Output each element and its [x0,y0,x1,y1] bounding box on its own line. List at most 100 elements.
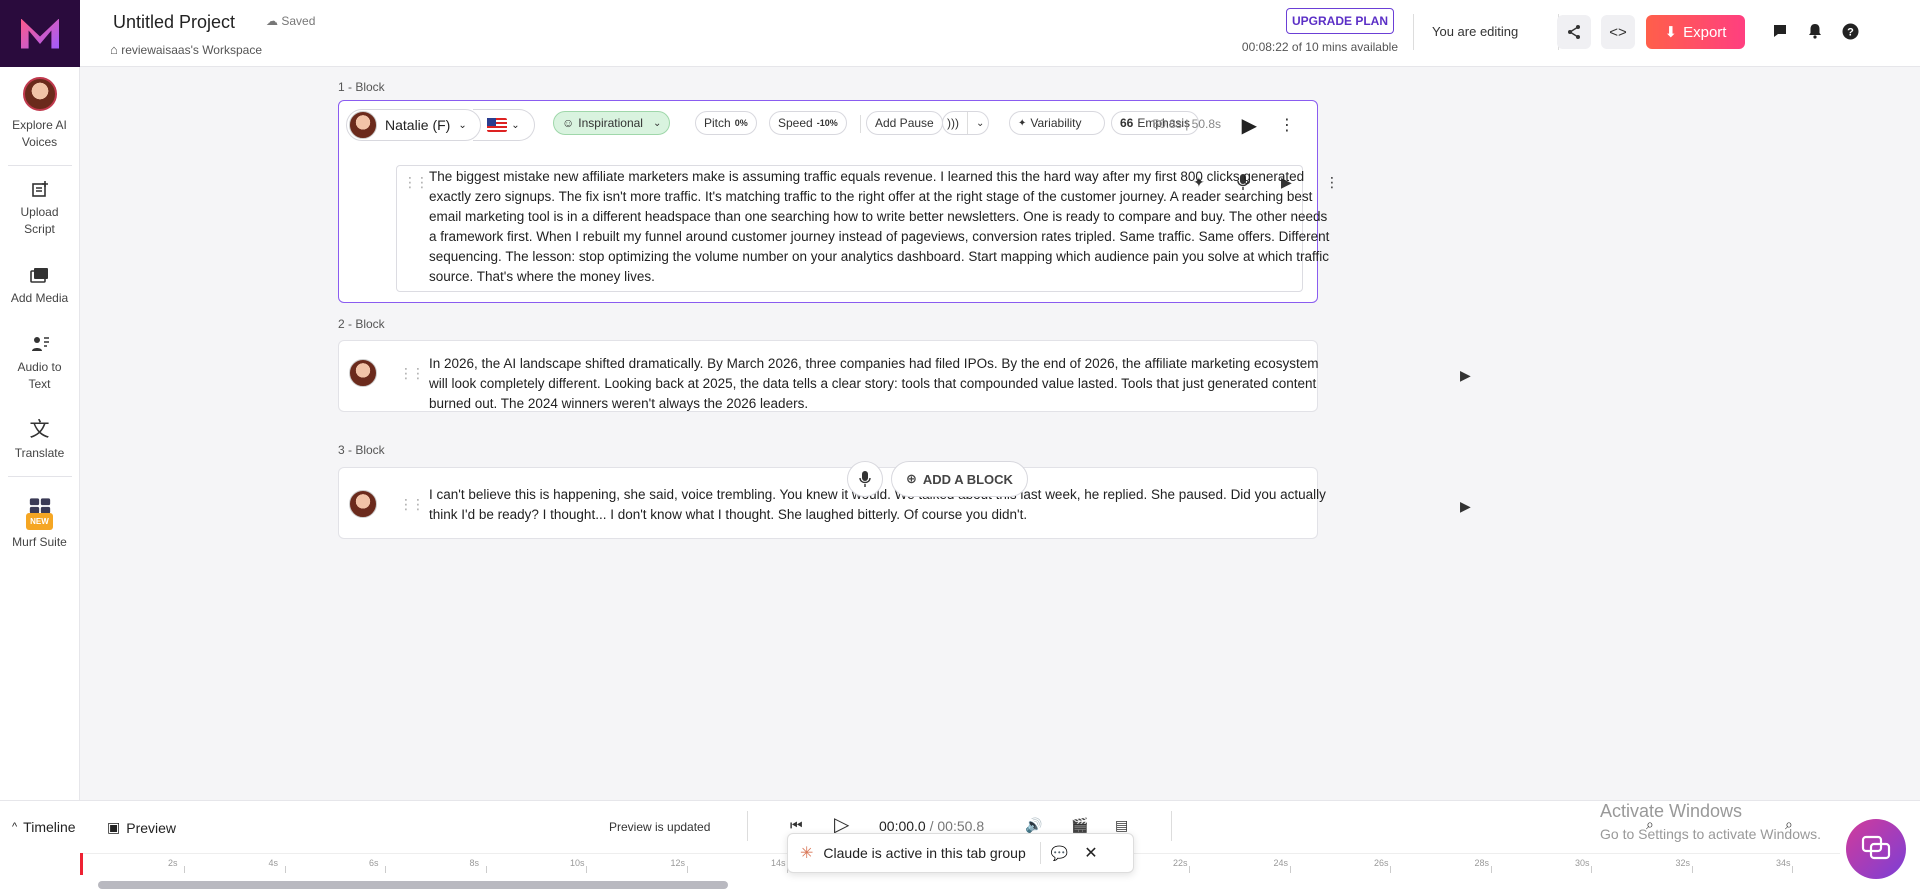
clapperboard-icon[interactable]: 🎬 [1071,817,1088,834]
current-time: 00:00.0 [879,818,926,834]
mic-icon [859,471,871,487]
zoom-in-icon[interactable]: ⌕ [1785,816,1793,833]
chevron-up-icon: ^ [12,821,18,833]
help-icon[interactable]: ? [1839,20,1861,42]
sidebar-item-audio-to-text[interactable]: Audio to Text [0,333,79,393]
claude-status-text: Claude is active in this tab group [823,845,1026,861]
captions-icon[interactable]: ▤ [1115,817,1128,834]
close-icon[interactable]: ✕ [1084,843,1097,863]
add-pause-label: Add Pause [875,116,934,130]
block-text[interactable]: The biggest mistake new affiliate market… [429,167,1335,287]
playhead[interactable] [80,853,83,875]
speed-value: -10% [816,118,838,128]
sidebar-item-translate[interactable]: 文 Translate [0,419,79,462]
voice-selector[interactable]: Natalie (F) ⌄ [346,109,481,141]
export-button[interactable]: ⬇ Export [1646,15,1745,49]
timeline-tick [686,866,688,873]
upgrade-plan-button[interactable]: UPGRADE PLAN [1286,8,1394,34]
murf-logo[interactable] [0,0,80,67]
add-pause-button[interactable]: Add Pause [866,111,943,135]
drag-handle-icon[interactable]: ⋮⋮ [399,496,425,513]
timeline-tick-label: 30s [1575,858,1590,868]
timeline-tick [385,866,386,873]
block-1[interactable]: Natalie (F) ⌄ ⌄ ☺ Inspirational ⌄ Pitch … [338,100,1339,303]
preview-icon: ▣ [107,819,121,835]
timeline-panel: ^ Timeline ▣ Preview Preview is updated … [0,800,1920,894]
skip-back-icon[interactable]: ⏮ [790,817,803,834]
zoom-out-icon[interactable]: ⌕ [1646,816,1654,833]
share-icon [1568,25,1580,39]
sidebar-item-label: Audio to Text [17,360,62,391]
play-block-icon[interactable]: ▶ [1460,498,1471,515]
workspace-breadcrumb[interactable]: ⌂ reviewaisaas's Workspace [110,42,262,57]
timeline-tick-label: 22s [1173,858,1188,868]
timeline-tick-label: 26s [1374,858,1389,868]
sidebar-item-label: Upload Script [20,205,59,236]
add-block-button[interactable]: ⊕ ADD A BLOCK [891,461,1028,497]
sidebar-item-add-media[interactable]: Add Media [0,264,79,307]
variability-button[interactable]: ✦ Variability [1009,111,1105,135]
block-label: 3 - Block [338,443,385,457]
sidebar-item-upload-script[interactable]: Upload Script [0,178,79,238]
quote-icon: 66 [1120,116,1134,130]
script-editor: 1 - Block Natalie (F) ⌄ ⌄ ☺ Inspirationa… [80,67,1920,800]
block-3[interactable]: ⋮⋮ I can't believe this is happening, sh… [338,467,1471,539]
timeline-tick [1691,866,1693,873]
voice-name: Natalie (F) [385,117,451,133]
block-text[interactable]: In 2026, the AI landscape shifted dramat… [429,354,1335,414]
save-status: ☁ Saved [266,14,315,28]
timeline-tick [1490,866,1492,873]
volume-icon[interactable]: 🔊 [1025,817,1042,834]
voice-avatar[interactable] [349,490,377,518]
timeline-tick [284,866,286,873]
pronunciation-button[interactable]: ))) ⌄ [942,111,990,135]
pitch-value: 0% [734,118,748,128]
support-chat-button[interactable] [1846,819,1906,879]
preview-status: Preview is updated [609,820,711,834]
divider [747,811,748,841]
share-button[interactable] [1557,15,1591,49]
bell-icon[interactable] [1804,20,1826,42]
chat-icon[interactable]: 💬 [1051,845,1068,862]
sidebar-item-label: Explore AI Voices [12,118,67,149]
chat-bubble-icon [1861,835,1891,860]
tab-preview[interactable]: ▣ Preview [107,819,176,836]
timeline-tick [1792,866,1793,873]
upload-script-icon [29,178,51,200]
comments-icon[interactable] [1769,20,1791,42]
more-options-icon[interactable]: ⋮ [1279,115,1295,135]
sidebar-item-label: Murf Suite [12,535,67,549]
timeline-tick-label: 8s [469,858,480,868]
play-block-icon[interactable]: ▶ [1460,367,1471,384]
vertical-scrollbar[interactable] [1908,67,1920,800]
style-selector[interactable]: ☺ Inspirational ⌄ [553,111,671,135]
download-icon: ⬇ [1664,24,1678,41]
workspace-name: reviewaisaas's Workspace [121,43,262,57]
play-block-icon[interactable]: ▶ [1242,113,1257,138]
project-title[interactable]: Untitled Project [113,12,235,33]
chevron-down-icon: ⌄ [458,119,467,131]
style-icon: ☺ [562,116,575,130]
speed-control[interactable]: Speed -10% [769,111,847,135]
editing-status[interactable]: You are editing [1432,24,1518,39]
tab-timeline[interactable]: ^ Timeline [12,819,76,835]
timeline-tick-label: 24s [1273,858,1289,868]
timeline-scrollbar[interactable] [98,881,728,889]
drag-handle-icon[interactable]: ⋮⋮ [399,365,425,382]
claude-logo-icon: ✳ [800,845,814,862]
block-2[interactable]: ⋮⋮ In 2026, the AI landscape shifted dra… [338,340,1471,412]
voice-avatar[interactable] [349,359,377,387]
record-block-button[interactable] [847,461,883,497]
sidebar-item-murf-suite[interactable]: NEW Murf Suite [0,495,79,551]
pitch-control[interactable]: Pitch 0% [695,111,757,135]
sparkle-icon: ✦ [1018,117,1027,129]
sidebar-item-explore-voices[interactable]: Explore AI Voices [0,77,79,151]
block-label: 2 - Block [338,317,385,331]
drag-handle-icon[interactable]: ⋮⋮ [403,174,429,191]
language-selector[interactable]: ⌄ [473,109,535,141]
embed-code-button[interactable]: <> [1601,15,1635,49]
translate-icon: 文 [29,418,50,441]
top-bar: Untitled Project ☁ Saved ⌂ reviewaisaas'… [80,0,1920,67]
timeline-tick [1390,866,1391,873]
preview-label: Preview [126,819,177,836]
